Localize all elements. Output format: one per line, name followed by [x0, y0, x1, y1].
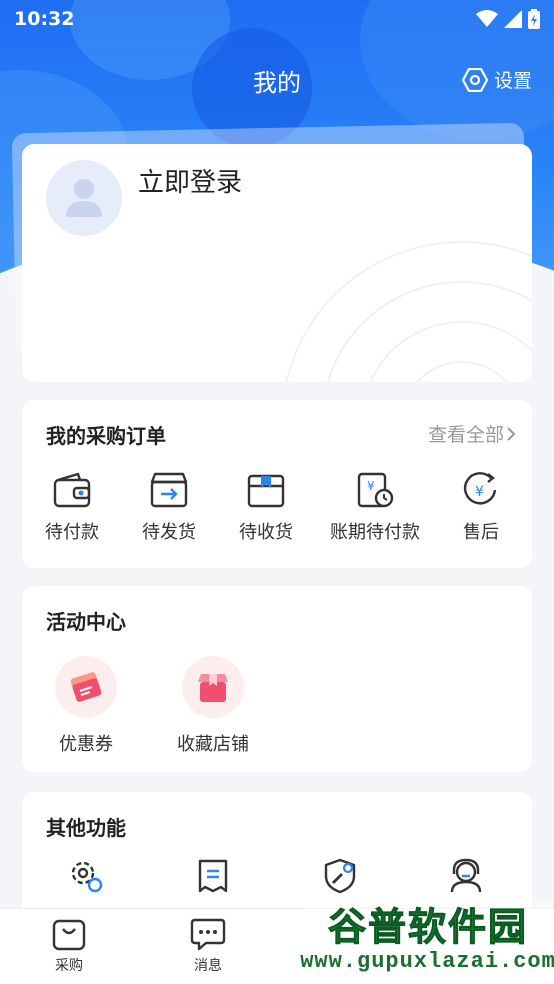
ship-box-icon — [150, 472, 188, 508]
order-pending-receipt[interactable]: 待收货 — [216, 472, 316, 544]
status-icons — [476, 9, 540, 29]
wallet-icon — [53, 472, 91, 508]
watermark-title: 谷普软件园 — [327, 905, 528, 950]
svg-text:¥: ¥ — [475, 484, 484, 500]
view-all-label: 查看全部 — [427, 424, 504, 446]
orders-title: 我的采购订单 — [46, 424, 166, 448]
watermark: 谷普软件园 www.gupuxlazai.com — [300, 898, 554, 982]
tab-messages-label: 消息 — [194, 958, 222, 974]
status-bar: 10:32 — [0, 0, 554, 38]
profile-card[interactable]: 立即登录 — [22, 144, 532, 382]
activity-center-card: 活动中心 优惠券 收藏店铺 — [22, 586, 532, 772]
other-customer-service[interactable] — [446, 858, 486, 898]
activity-title: 活动中心 — [46, 610, 126, 634]
login-link[interactable]: 立即登录 — [138, 162, 242, 199]
other-receipt[interactable] — [193, 858, 233, 898]
settings-user-icon — [71, 861, 103, 893]
battery-icon — [528, 9, 540, 29]
chevron-right-icon — [507, 426, 516, 441]
settings-button[interactable]: 设置 — [461, 66, 532, 93]
order-after-sale-label: 售后 — [463, 522, 499, 543]
receipt-icon — [198, 859, 228, 893]
message-icon — [190, 918, 226, 951]
order-pending-shipment[interactable]: 待发货 — [119, 472, 219, 544]
favorite-store-entry[interactable]: 收藏店铺 — [158, 656, 268, 756]
purchase-orders-card: 我的采购订单 查看全部 待付款 待发货 待收货 ¥ 账期待付款 ¥ 售后 — [22, 400, 532, 568]
order-pending-shipment-label: 待发货 — [142, 522, 196, 543]
others-title: 其他功能 — [46, 816, 126, 840]
billing-period-icon: ¥ — [357, 472, 394, 508]
coupon-entry[interactable]: 优惠券 — [31, 656, 141, 756]
coupon-icon — [70, 672, 102, 702]
order-after-sale[interactable]: ¥ 售后 — [431, 472, 531, 544]
after-sale-icon: ¥ — [463, 472, 497, 505]
other-shield-tool[interactable] — [320, 858, 360, 898]
receive-box-icon — [247, 474, 285, 508]
status-time: 10:32 — [14, 8, 75, 30]
order-billing-period[interactable]: ¥ 账期待付款 — [322, 472, 428, 544]
order-pending-payment-label: 待付款 — [45, 522, 99, 543]
view-all-orders-link[interactable]: 查看全部 — [428, 420, 516, 447]
order-pending-payment[interactable]: 待付款 — [22, 472, 122, 544]
favorite-store-icon — [198, 674, 228, 702]
settings-label: 设置 — [493, 70, 532, 92]
tab-purchase-label: 采购 — [55, 958, 83, 974]
coupon-label: 优惠券 — [59, 734, 113, 755]
avatar[interactable] — [46, 160, 122, 236]
wifi-icon — [476, 10, 498, 27]
other-settings-user[interactable] — [66, 858, 106, 898]
settings-icon — [461, 67, 488, 92]
card-decoration — [285, 241, 532, 382]
customer-service-icon — [450, 858, 482, 893]
user-avatar-icon — [66, 179, 102, 217]
favorite-store-label: 收藏店铺 — [177, 734, 249, 755]
tab-messages[interactable]: 消息 — [168, 917, 248, 975]
shopping-bag-icon — [52, 919, 86, 951]
tab-purchase[interactable]: 采购 — [29, 917, 109, 975]
title-bar: 我的 设置 — [0, 58, 554, 102]
order-billing-period-label: 账期待付款 — [330, 522, 420, 543]
svg-text:¥: ¥ — [367, 479, 375, 493]
watermark-url: www.gupuxlazai.com — [300, 949, 554, 974]
shield-tool-icon — [324, 858, 356, 894]
order-pending-receipt-label: 待收货 — [239, 522, 293, 543]
signal-icon — [504, 10, 522, 28]
page-title: 我的 — [253, 68, 301, 97]
